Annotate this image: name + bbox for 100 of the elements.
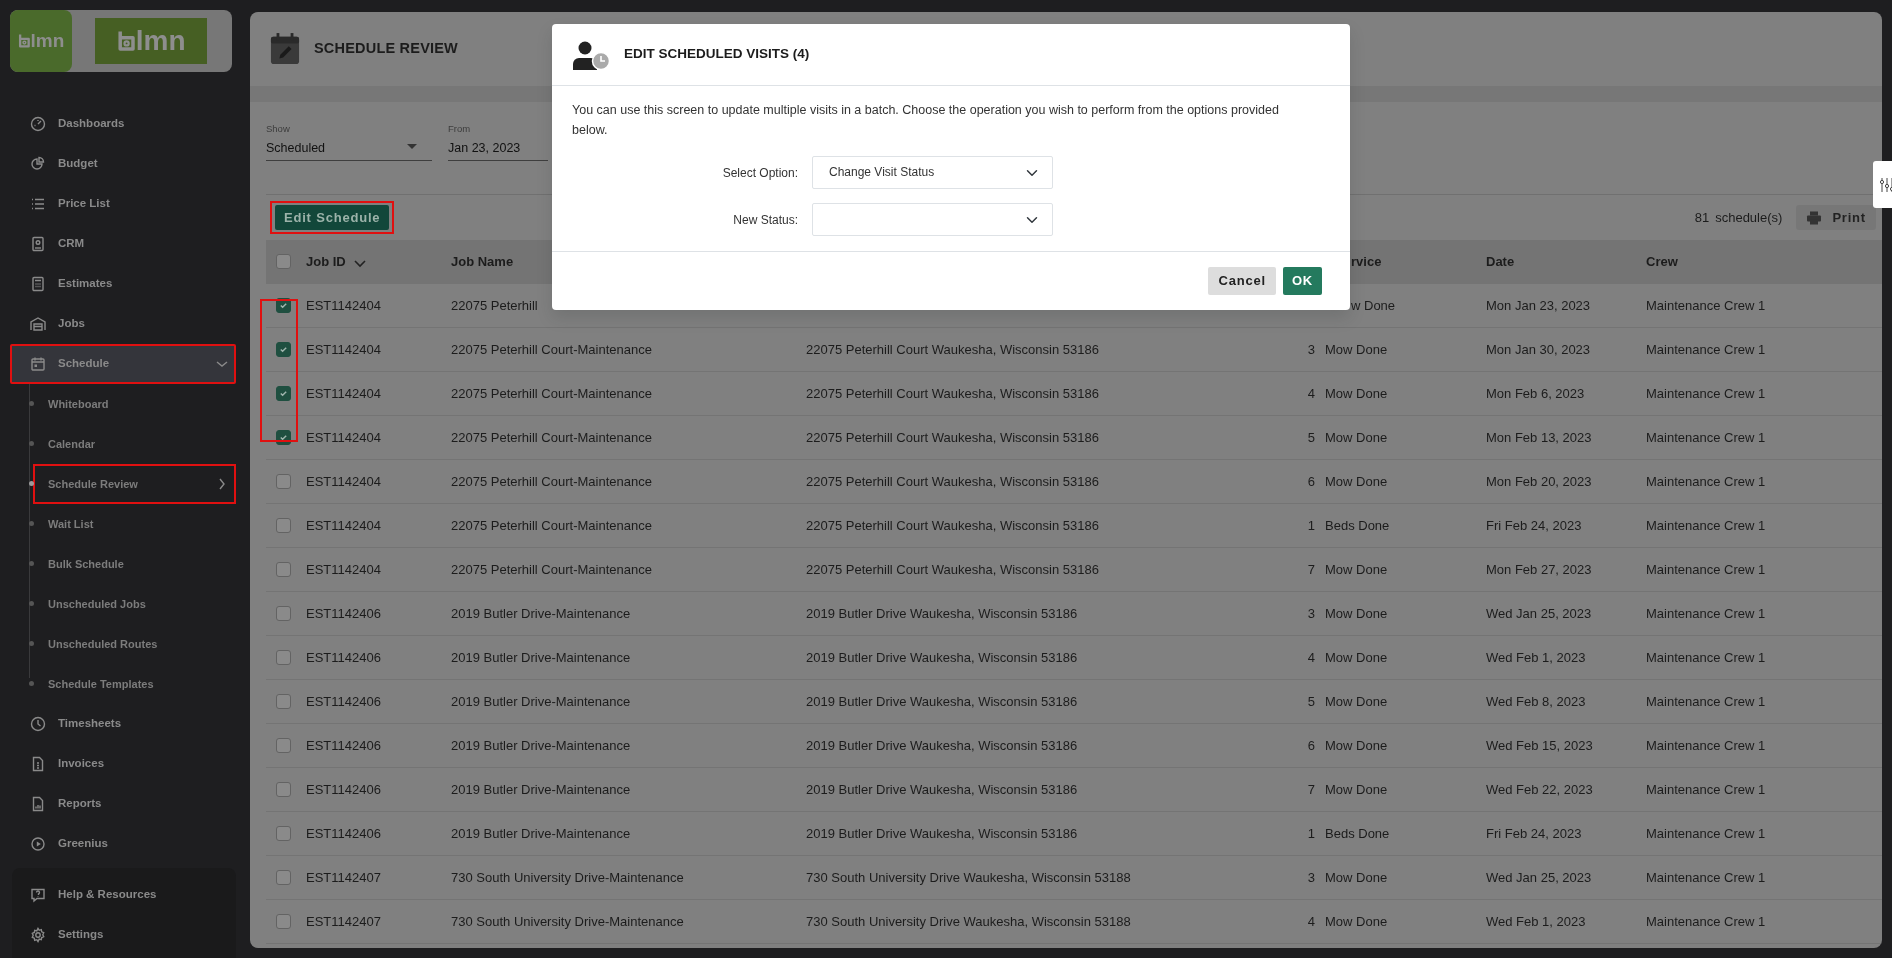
table-cell: 2019 Butler Drive-Maintenance [451,605,631,621]
filter-panel-tab[interactable] [1873,161,1892,208]
table-cell: 22075 Peterhill Court Waukesha, Wisconsin 53186 [806,473,1099,489]
nav-item[interactable]: Budget [10,144,236,184]
column-header[interactable]: Job ID [306,251,380,272]
table-cell: Mow Done [1325,913,1388,929]
table-cell: Mow Done [1325,561,1388,577]
submenu-label: Calendar [48,436,97,452]
submenu-label: Schedule Templates [48,676,155,692]
table-cell: Mon Jan 23, 2023 [1486,297,1591,313]
table-cell: 2019 Butler Drive Waukesha, Wisconsin 53186 [806,649,1078,665]
checkbox[interactable] [276,474,291,489]
ok-button[interactable]: OK [1282,267,1322,295]
table-cell: Maintenance Crew 1 [1646,517,1766,533]
nav-label: Jobs [58,316,86,332]
table-cell: w Done [1351,297,1396,313]
column-header[interactable]: rvice [1351,251,1382,272]
nav-item[interactable]: Jobs [10,304,236,344]
check-icon [279,433,288,442]
checkbox[interactable] [276,826,291,841]
table-cell: 730 South University Drive-Maintenance [451,869,684,885]
gauge-icon [30,116,46,132]
table-cell: EST1142404 [306,561,381,577]
checkbox[interactable] [276,254,291,269]
nav-label: Settings [58,927,104,943]
table-cell: 22075 Peterhill Court-Maintenance [451,341,652,357]
nav-item[interactable]: Estimates [10,264,236,304]
nav-item[interactable]: Help & Resources [12,875,236,915]
count-label: schedule(s) [1715,208,1783,227]
nav-item[interactable]: CRM [10,224,236,264]
table-cell: Maintenance Crew 1 [1646,781,1766,797]
table-cell: 6 [1307,737,1315,753]
checkbox[interactable] [276,518,291,533]
select-field[interactable]: Change Visit Status [812,156,1053,189]
nav-item[interactable]: Reports [10,784,236,824]
table-cell: 1 [1307,825,1315,841]
table-cell: Mow Done [1325,693,1388,709]
nav-label: Dashboards [58,116,126,132]
table-cell: Mow Done [1325,605,1388,621]
calculator-icon [30,276,46,292]
column-header[interactable]: Date [1486,251,1515,272]
column-header[interactable]: Job Name [451,251,514,272]
table-cell: EST1142406 [306,781,381,797]
pie-chart-icon [30,156,46,172]
checkbox[interactable] [276,694,291,709]
nav-label: Timesheets [58,716,123,732]
nav-item[interactable]: Timesheets [10,704,236,744]
checkbox[interactable] [276,386,291,401]
field-label: New Status: [732,211,799,229]
nav-label: CRM [58,236,86,252]
dropdown-field[interactable]: Scheduled [266,136,432,162]
nav-item[interactable]: Price List [10,184,236,224]
checkbox[interactable] [276,562,291,577]
submenu-label: Schedule Review [48,476,139,492]
table-cell: 22075 Peterhill Court Waukesha, Wisconsin 53186 [806,429,1099,445]
table-cell: 22075 Peterhill Court-Maintenance [451,385,652,401]
table-cell: 22075 Peterhill Court-Maintenance [451,561,652,577]
nav-item[interactable]: Dashboards [10,104,236,144]
cancel-button[interactable]: Cancel [1208,267,1276,295]
column-header[interactable]: Crew [1646,251,1678,272]
table-cell: Wed Feb 22, 2023 [1486,781,1593,797]
nav-label: Reports [58,796,103,812]
nav-label: Help & Resources [58,887,157,903]
checkbox[interactable] [276,782,291,797]
checkbox[interactable] [276,650,291,665]
checkbox[interactable] [276,606,291,621]
table-cell: Mon Jan 30, 2023 [1486,341,1591,357]
submenu-label: Bulk Schedule [48,556,125,572]
table-cell: Maintenance Crew 1 [1646,869,1766,885]
logo-text: lmn [135,24,186,58]
page-title: SCHEDULE REVIEW [314,39,458,59]
checkbox[interactable] [276,738,291,753]
table-cell: EST1142406 [306,693,381,709]
table-cell: 2019 Butler Drive Waukesha, Wisconsin 53186 [806,781,1078,797]
nav-item[interactable]: Schedule [10,344,236,384]
nav-label: Estimates [58,276,114,292]
nav-item[interactable]: Settings [12,915,236,955]
checkbox[interactable] [276,870,291,885]
select-field[interactable] [812,203,1053,236]
table-cell: EST1142404 [306,429,381,445]
table-cell: Maintenance Crew 1 [1646,825,1766,841]
field-label: Select Option: [721,164,799,182]
schedule-count: 81 [1694,208,1710,227]
table-cell: 7 [1307,781,1315,797]
table-cell: Maintenance Crew 1 [1646,385,1766,401]
checkbox[interactable] [276,342,291,357]
table-cell: 4 [1307,649,1315,665]
date-field[interactable]: Jan 23, 2023 [448,136,548,162]
table-cell: 4 [1307,913,1315,929]
nav-item[interactable]: Invoices [10,744,236,784]
checkbox[interactable] [276,914,291,929]
table-cell: Mow Done [1325,649,1388,665]
table-cell: Wed Feb 1, 2023 [1486,649,1586,665]
submenu-label: Whiteboard [48,396,110,412]
print-button[interactable]: Print [1796,204,1876,231]
table-cell: 2019 Butler Drive Waukesha, Wisconsin 53186 [806,693,1078,709]
table-cell: Mow Done [1325,429,1388,445]
garage-icon [30,316,46,332]
nav-label: Invoices [58,756,106,772]
nav-item[interactable]: Greenius [10,824,236,864]
